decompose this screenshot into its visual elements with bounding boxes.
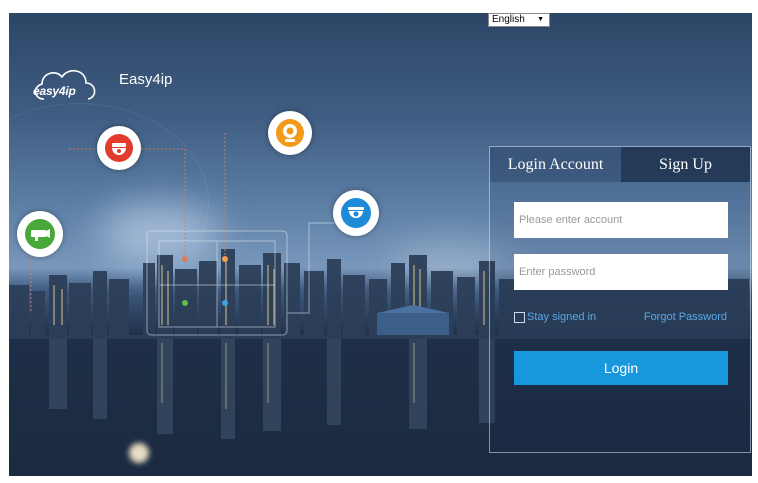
light-glow [129,443,149,463]
language-select[interactable]: English ▼ [488,13,550,27]
ip-camera-icon [268,111,312,155]
password-input[interactable] [514,254,728,290]
logo-text: easy4ip [33,84,76,98]
forgot-password-link[interactable]: Forgot Password [644,311,727,323]
dome-camera-icon [333,190,379,236]
login-tabs: Login Account Sign Up [490,147,750,182]
login-panel: Login Account Sign Up Stay signed in For… [489,146,751,453]
chevron-down-icon: ▼ [537,16,544,23]
bullet-camera-icon [17,211,63,257]
tab-sign-up[interactable]: Sign Up [621,147,750,182]
login-button[interactable]: Login [514,351,728,385]
account-input[interactable] [514,202,728,238]
brand-name: Easy4ip [119,71,173,88]
stay-signed-in-label[interactable]: Stay signed in [527,311,596,323]
tab-login-account[interactable]: Login Account [490,147,621,182]
stay-signed-in-checkbox[interactable] [514,311,525,323]
language-selected-value: English [492,14,525,25]
speed-dome-camera-icon [97,126,141,170]
stay-signed-in[interactable]: Stay signed in [514,311,596,323]
